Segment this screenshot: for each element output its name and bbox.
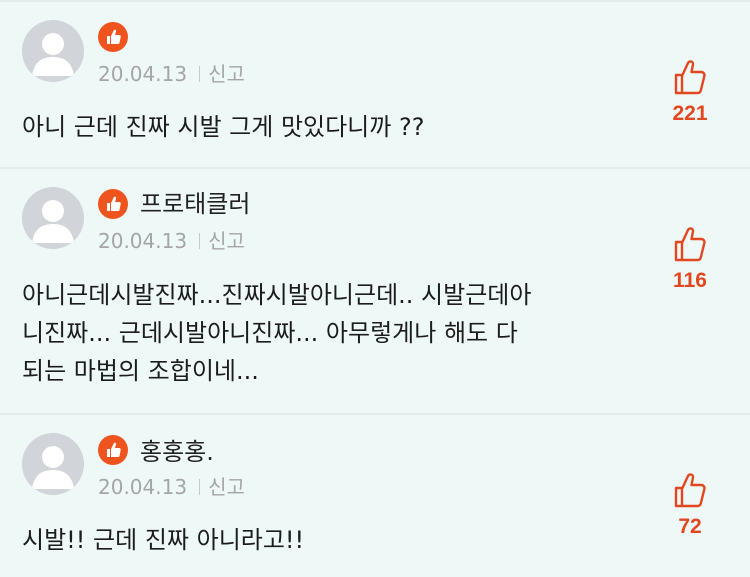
avatar[interactable] bbox=[22, 187, 84, 249]
comment-item: 20.04.13 신고 아니 근데 진짜 시발 그게 맛있다니까 ?? 221 bbox=[0, 0, 750, 167]
comment-text: 시발!! 근데 진짜 아니라고!! bbox=[22, 526, 305, 554]
avatar[interactable] bbox=[22, 433, 84, 495]
report-button[interactable]: 신고 bbox=[208, 475, 245, 499]
like-count: 221 bbox=[672, 102, 708, 125]
comment-meta: 20.04.13 신고 bbox=[98, 228, 245, 254]
comment-date: 20.04.13 bbox=[98, 229, 188, 253]
like-button[interactable]: 72 bbox=[660, 471, 720, 539]
comment-nickname[interactable]: 홍홍홍. bbox=[140, 437, 214, 467]
avatar[interactable] bbox=[22, 20, 84, 82]
thumbs-up-badge-icon bbox=[98, 22, 128, 52]
thumbs-up-badge-icon bbox=[98, 435, 128, 465]
thumbs-up-outline-icon bbox=[674, 60, 706, 95]
like-button[interactable]: 116 bbox=[660, 225, 720, 293]
divider bbox=[199, 66, 201, 82]
like-button[interactable]: 221 bbox=[660, 58, 720, 126]
divider bbox=[199, 233, 201, 249]
report-button[interactable]: 신고 bbox=[208, 62, 245, 86]
like-count: 116 bbox=[673, 269, 707, 292]
default-avatar-icon bbox=[32, 200, 74, 243]
comment-item: 홍홍홍. 20.04.13 신고 시발!! 근데 진짜 아니라고!! 72 bbox=[0, 413, 750, 577]
comment-date: 20.04.13 bbox=[98, 62, 188, 86]
comment-nickname[interactable]: 프로태클러 bbox=[140, 189, 250, 219]
comment-meta: 20.04.13 신고 bbox=[98, 61, 245, 87]
divider bbox=[199, 479, 201, 495]
default-avatar-icon bbox=[32, 33, 74, 76]
comment-item: 프로태클러 20.04.13 신고 아니근데시발진짜...진짜시발아니근데.. 시… bbox=[0, 167, 750, 413]
comment-text: 아니 근데 진짜 시발 그게 맛있다니까 ?? bbox=[22, 113, 425, 141]
comment-date: 20.04.13 bbox=[98, 475, 188, 499]
default-avatar-icon bbox=[32, 446, 74, 489]
thumbs-up-badge-icon bbox=[98, 189, 128, 219]
like-count: 72 bbox=[678, 515, 702, 538]
comment-text: 아니근데시발진짜...진짜시발아니근데.. 시발근데아 니진짜... 근데시발아… bbox=[22, 281, 532, 385]
thumbs-up-outline-icon bbox=[674, 473, 706, 508]
comment-meta: 20.04.13 신고 bbox=[98, 474, 245, 500]
thumbs-up-outline-icon bbox=[674, 227, 706, 262]
report-button[interactable]: 신고 bbox=[208, 229, 245, 253]
